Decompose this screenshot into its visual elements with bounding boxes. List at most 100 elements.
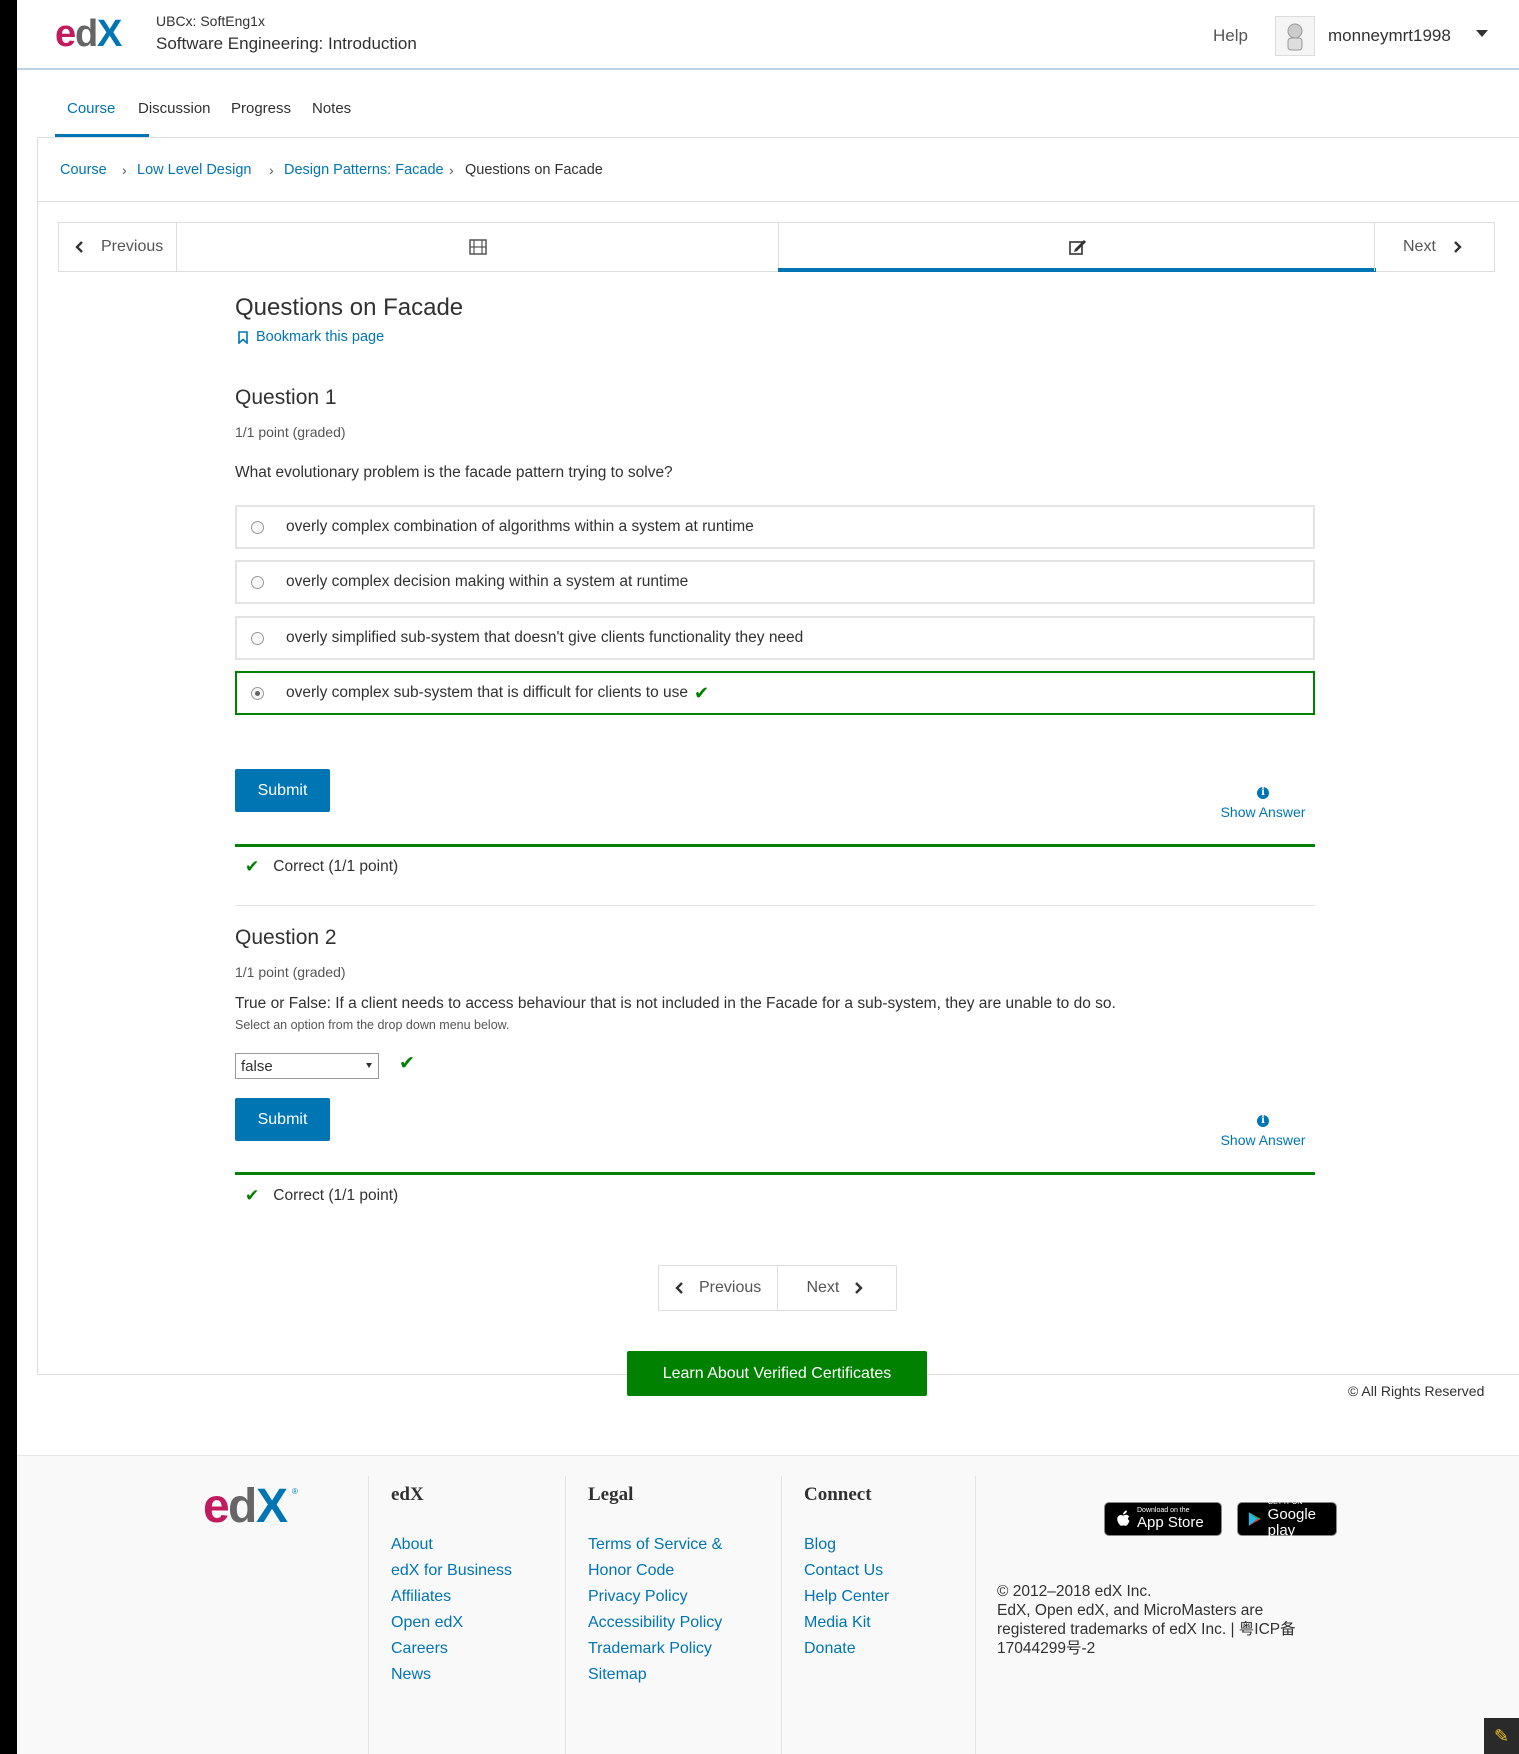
bottom-previous-button[interactable]: Previous [659, 1266, 779, 1310]
breadcrumb-current: Questions on Facade [465, 162, 603, 178]
course-name: Software Engineering: Introduction [156, 34, 417, 53]
bookmark-icon [238, 330, 248, 344]
dropdown-caret-icon [366, 1063, 372, 1068]
verified-certificates-button[interactable]: Learn About Verified Certificates [627, 1351, 927, 1396]
google-play-icon [1248, 1512, 1261, 1526]
breadcrumb-course[interactable]: Course [60, 162, 107, 178]
footer-link-careers[interactable]: Careers [391, 1636, 543, 1662]
copyright-notice: © All Rights Reserved [1348, 1383, 1485, 1399]
tab-discussion[interactable]: Discussion [138, 100, 211, 117]
footer-link-accessibility[interactable]: Accessibility Policy [588, 1610, 740, 1636]
question-1-title: Question 1 [235, 386, 337, 409]
footer-link-trademark[interactable]: Trademark Policy [588, 1636, 740, 1662]
footer-link-terms[interactable]: Terms of Service & [588, 1532, 740, 1558]
info-icon: i [1257, 1115, 1269, 1127]
tab-progress[interactable]: Progress [231, 100, 291, 117]
user-menu-caret-icon[interactable] [1476, 30, 1488, 37]
app-store-badge[interactable]: Download on the App Store [1104, 1502, 1222, 1536]
chevron-left-icon [675, 1282, 683, 1294]
tab-course[interactable]: Course [67, 100, 115, 117]
svg-text:X: X [256, 1482, 288, 1532]
question-1-option-4[interactable]: overly complex sub-system that is diffic… [235, 671, 1315, 715]
user-avatar[interactable] [1275, 16, 1315, 56]
breadcrumb-separator-icon: › [269, 162, 274, 178]
footer-link-media-kit[interactable]: Media Kit [804, 1610, 956, 1636]
app-store-text: Download on the App Store [1137, 1507, 1204, 1531]
correct-check-icon: ✔ [245, 857, 260, 876]
footer-link-contact[interactable]: Contact Us [804, 1558, 956, 1584]
help-link[interactable]: Help [1213, 26, 1248, 46]
correct-check-icon: ✔ [694, 682, 710, 703]
sequence-tab-video[interactable] [178, 223, 777, 271]
footer-link-blog[interactable]: Blog [804, 1532, 956, 1558]
footer-link-help-center[interactable]: Help Center [804, 1584, 956, 1610]
correct-check-icon: ✔ [399, 1053, 415, 1074]
question-1-submit-button[interactable]: Submit [235, 769, 330, 812]
option-label: overly simplified sub-system that doesn'… [286, 629, 804, 646]
option-label: overly complex sub-system that is diffic… [286, 684, 689, 701]
breadcrumb: Course › Low Level Design › Design Patte… [38, 138, 1519, 202]
footer-link-donate[interactable]: Donate [804, 1636, 956, 1662]
dropdown-value: false [241, 1057, 273, 1075]
sequence-next-button[interactable]: Next [1374, 223, 1494, 271]
chevron-left-icon [75, 241, 83, 253]
course-tabs: Course Discussion Progress Notes [37, 70, 1519, 138]
radio-button-selected[interactable] [251, 686, 264, 700]
edit-pencil-icon[interactable]: ✎ [1484, 1718, 1519, 1754]
app-store-big-text: App Store [1137, 1514, 1204, 1531]
footer-link-sitemap[interactable]: Sitemap [588, 1662, 740, 1688]
question-1-option-2[interactable]: overly complex decision making within a … [235, 560, 1315, 604]
breadcrumb-subsection[interactable]: Design Patterns: Facade [284, 162, 444, 178]
sequence-tab-problem[interactable] [778, 223, 1376, 271]
svg-text:®: ® [292, 1487, 298, 1496]
footer-link-open-edx[interactable]: Open edX [391, 1610, 543, 1636]
question-2-show-answer-button[interactable]: i Show Answer [1213, 1110, 1313, 1148]
bottom-previous-label: Previous [699, 1279, 762, 1296]
footer-link-affiliates[interactable]: Affiliates [391, 1584, 543, 1610]
footer-heading-edx: edX [391, 1484, 424, 1505]
footer-column-edx: edX About edX for Business Affiliates Op… [368, 1476, 543, 1754]
tab-notes[interactable]: Notes [312, 100, 351, 117]
radio-button[interactable] [251, 575, 264, 589]
show-answer-label: Show Answer [1220, 1132, 1306, 1148]
question-2-submit-button[interactable]: Submit [235, 1098, 330, 1141]
sequence-previous-button[interactable]: Previous [59, 223, 177, 271]
video-icon [468, 239, 487, 255]
chevron-right-icon [1454, 241, 1462, 253]
question-1-option-1[interactable]: overly complex combination of algorithms… [235, 505, 1315, 549]
bottom-next-button[interactable]: Next [778, 1266, 896, 1310]
radio-button[interactable] [251, 520, 264, 534]
edx-logo[interactable]: e d X [55, 14, 135, 54]
footer-divider [975, 1476, 976, 1754]
course-org: UBCx: SoftEng1x [156, 13, 265, 29]
footer-link-about[interactable]: About [391, 1532, 543, 1558]
bottom-sequence-nav: Previous Next [658, 1265, 897, 1311]
footer-link-news[interactable]: News [391, 1662, 543, 1688]
question-1-option-3[interactable]: overly simplified sub-system that doesn'… [235, 616, 1315, 660]
bookmark-button[interactable]: Bookmark this page [238, 329, 384, 345]
google-play-badge[interactable]: GET IT ON Google play [1237, 1499, 1337, 1539]
question-2-hint: Select an option from the drop down menu… [235, 1018, 510, 1032]
sequence-previous-label: Previous [101, 238, 164, 255]
svg-text:d: d [228, 1482, 257, 1532]
site-header: e d X UBCx: SoftEng1x Software Engineeri… [17, 0, 1519, 70]
option-label: overly complex decision making within a … [286, 573, 689, 590]
footer-link-privacy[interactable]: Privacy Policy [588, 1584, 740, 1610]
question-1-show-answer-button[interactable]: i Show Answer [1213, 782, 1313, 820]
svg-text:e: e [203, 1482, 230, 1532]
show-answer-label: Show Answer [1220, 804, 1306, 820]
footer-link-business[interactable]: edX for Business [391, 1558, 543, 1584]
radio-button[interactable] [251, 631, 264, 645]
question-1-result: ✔ Correct (1/1 point) [245, 857, 398, 877]
footer-legal-text: © 2012–2018 edX Inc. EdX, Open edX, and … [997, 1582, 1327, 1658]
question-2-dropdown[interactable]: false [235, 1053, 379, 1079]
breadcrumb-section[interactable]: Low Level Design [137, 162, 251, 178]
footer-legal-line: registered trademarks of edX Inc. | 粤ICP… [997, 1621, 1296, 1638]
username[interactable]: monneymrt1998 [1328, 26, 1451, 46]
avatar-icon [1287, 23, 1303, 51]
footer-edx-logo[interactable]: e d X ® [203, 1482, 303, 1532]
footer-link-honor-code[interactable]: Honor Code [588, 1558, 740, 1584]
question-1-result-bar [235, 844, 1315, 847]
question-2-title: Question 2 [235, 926, 337, 949]
footer-legal-line: EdX, Open edX, and MicroMasters are [997, 1602, 1264, 1619]
